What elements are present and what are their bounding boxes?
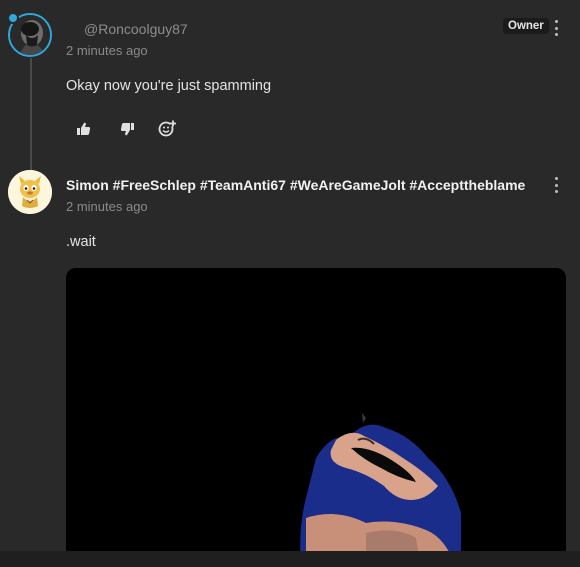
more-options-button[interactable] bbox=[551, 177, 561, 193]
comment-feed: @Roncoolguy87 2 minutes ago Owner Okay n… bbox=[0, 0, 580, 567]
online-indicator bbox=[7, 12, 19, 24]
add-reaction-icon[interactable] bbox=[157, 118, 177, 138]
bottom-bar bbox=[0, 551, 580, 567]
comment-timestamp[interactable]: 2 minutes ago bbox=[66, 199, 148, 214]
comment-username[interactable]: Simon #FreeSchlep #TeamAnti67 #WeAreGame… bbox=[66, 177, 538, 193]
video-player[interactable] bbox=[66, 268, 566, 567]
comment-text: Okay now you're just spamming bbox=[66, 78, 272, 94]
comment-username[interactable]: @Roncoolguy87 bbox=[84, 21, 188, 37]
thumbs-down-icon[interactable] bbox=[117, 119, 137, 139]
thumbs-up-icon[interactable] bbox=[74, 119, 94, 139]
comment-timestamp[interactable]: 2 minutes ago bbox=[66, 43, 148, 58]
thread-line bbox=[30, 58, 32, 170]
avatar-simon[interactable] bbox=[8, 170, 52, 214]
comment-text: .wait bbox=[66, 234, 96, 250]
more-options-button[interactable] bbox=[551, 20, 561, 36]
avatar-image bbox=[8, 170, 52, 214]
video-frame bbox=[66, 268, 566, 567]
owner-badge: Owner bbox=[503, 18, 549, 34]
